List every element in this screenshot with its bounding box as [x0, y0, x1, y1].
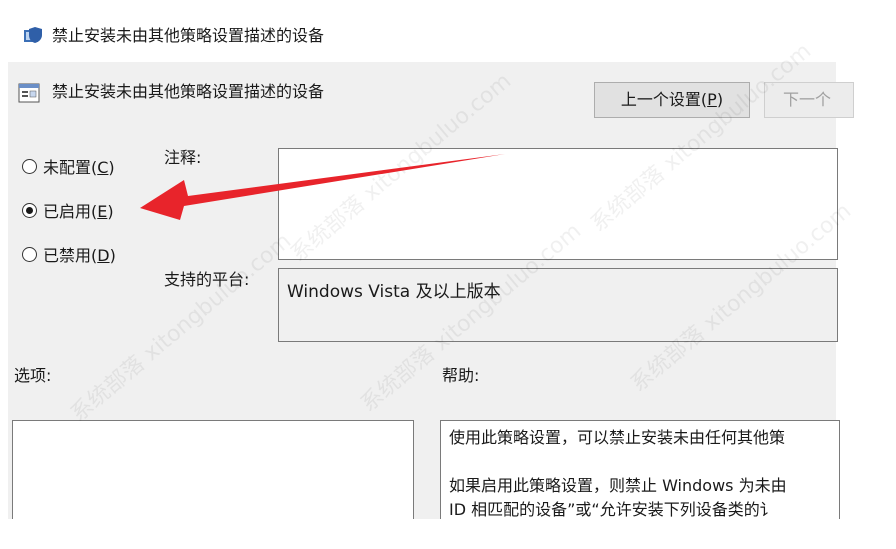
radio-disabled[interactable]: 已禁用(D)	[22, 242, 116, 266]
radio-label: 已禁用(D)	[43, 246, 116, 265]
help-line: 使用此策略设置，可以禁止安装未由任何其他策	[449, 428, 786, 447]
help-line: 如果启用此策略设置，则禁止 Windows 为未由	[449, 476, 787, 495]
options-panel[interactable]	[12, 420, 414, 530]
bottom-crop-area	[0, 519, 896, 549]
supported-platform-value: Windows Vista 及以上版本	[287, 282, 501, 302]
comment-textarea[interactable]	[278, 148, 838, 260]
window-title: 禁止安装未由其他策略设置描述的设备	[52, 26, 325, 45]
radio-circle[interactable]	[22, 158, 37, 174]
policy-shield-icon	[24, 27, 42, 43]
policy-setting-icon	[18, 83, 40, 103]
help-label: 帮助:	[442, 366, 480, 385]
comment-label: 注释:	[164, 148, 202, 167]
radio-label: 未配置(C)	[43, 158, 115, 177]
help-panel[interactable]: 使用此策略设置，可以禁止安装未由任何其他策 如果启用此策略设置，则禁止 Wind…	[440, 420, 840, 530]
radio-circle-checked[interactable]	[22, 202, 37, 218]
radio-label: 已启用(E)	[43, 202, 114, 221]
radio-circle[interactable]	[22, 246, 37, 262]
previous-setting-button[interactable]: 上一个设置(P)	[594, 82, 750, 118]
window-titlebar: 禁止安装未由其他策略设置描述的设备	[0, 0, 896, 62]
radio-not-configured[interactable]: 未配置(C)	[22, 154, 115, 178]
next-setting-button[interactable]: 下一个	[764, 82, 854, 118]
platform-label: 支持的平台:	[164, 270, 250, 289]
setting-title: 禁止安装未由其他策略设置描述的设备	[52, 82, 325, 101]
options-label: 选项:	[14, 366, 52, 385]
supported-platform-box: Windows Vista 及以上版本	[278, 268, 838, 342]
policy-dialog: 禁止安装未由其他策略设置描述的设备 上一个设置(P) 下一个 未配置(C) 已启…	[8, 62, 854, 530]
help-line: ID 相匹配的设备”或“允许安装下列设备类的讠	[449, 500, 776, 519]
radio-enabled[interactable]: 已启用(E)	[22, 198, 114, 222]
